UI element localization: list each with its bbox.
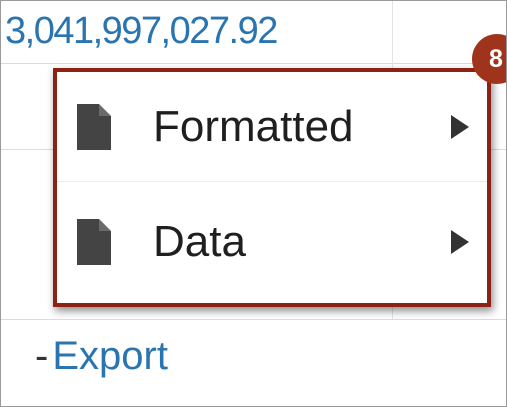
document-icon xyxy=(77,219,111,265)
menu-item-formatted[interactable]: Formatted xyxy=(57,72,487,182)
menu-item-label: Formatted xyxy=(153,102,354,151)
chevron-right-icon xyxy=(451,115,469,139)
export-submenu: Formatted Data xyxy=(53,68,491,307)
menu-separator xyxy=(57,181,487,182)
document-icon xyxy=(77,104,111,150)
grid-row-divider xyxy=(1,63,506,64)
menu-item-data[interactable]: Data xyxy=(57,187,487,297)
export-row: - Export xyxy=(35,332,168,380)
chevron-right-icon xyxy=(451,230,469,254)
grid-row-divider xyxy=(1,319,506,320)
export-dash: - xyxy=(35,334,49,378)
export-link[interactable]: Export xyxy=(52,334,168,378)
report-table-area: 3,041,997,027.92 Formatted Data 8 - Expo… xyxy=(0,0,507,407)
menu-item-label: Data xyxy=(153,217,246,266)
amount-value-link[interactable]: 3,041,997,027.92 xyxy=(5,9,278,53)
